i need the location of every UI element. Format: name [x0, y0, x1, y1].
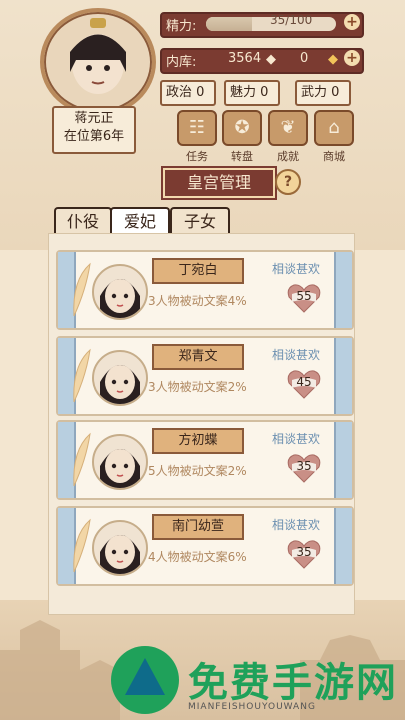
consort-favor: 35	[296, 545, 312, 559]
consort-avatar[interactable]	[92, 264, 148, 320]
consort-relation: 相谈甚欢	[272, 348, 321, 362]
player-name: 蒋元正	[74, 111, 114, 126]
page-title: 皇宫管理	[161, 166, 277, 200]
consort-card[interactable]: 南门幼萱 4人物被动文案6% 相谈甚欢 35	[56, 506, 354, 586]
consort-name: 南门幼萱	[152, 514, 244, 540]
task-button[interactable]: ☷ 任务	[176, 110, 218, 164]
card-right-edge	[334, 422, 352, 498]
wheel-icon: ✪	[222, 110, 262, 146]
treasury-bar: 内库: 3564 ◆ 0 ◆ +	[160, 48, 364, 74]
gold-value: 0	[300, 51, 309, 66]
consort-effect: 3人物被动文案2%	[148, 380, 247, 394]
shop-icon: ⌂	[314, 110, 354, 146]
watermark-subtitle: MIANFEISHOUYOUWANG	[188, 702, 316, 712]
card-right-edge	[334, 338, 352, 414]
achievement-button[interactable]: ❦ 成就	[267, 110, 309, 164]
wheel-button[interactable]: ✪ 转盘	[221, 110, 263, 164]
politics-stat: 政治 0	[160, 80, 216, 106]
shop-label: 商城	[323, 150, 345, 163]
energy-bar: 精力: 35/100 +	[160, 12, 364, 38]
consort-relation: 相谈甚欢	[272, 518, 321, 532]
consort-avatar[interactable]	[92, 520, 148, 576]
player-avatar[interactable]	[40, 8, 156, 116]
watermark-title: 免费手游网	[188, 660, 398, 706]
consort-card[interactable]: 方初蝶 5人物被动文案2% 相谈甚欢 35	[56, 420, 354, 500]
consort-favor: 45	[296, 375, 312, 389]
consort-relation: 相谈甚欢	[272, 262, 321, 276]
consort-avatar[interactable]	[92, 350, 148, 406]
trophy-icon: ❦	[268, 110, 308, 146]
consort-avatar[interactable]	[92, 434, 148, 490]
scroll-icon: ☷	[177, 110, 217, 146]
consort-effect: 4人物被动文案6%	[148, 550, 247, 564]
task-label: 任务	[186, 150, 208, 163]
player-nameplate: 蒋元正 在位第6年	[52, 106, 136, 154]
consort-name: 郑青文	[152, 344, 244, 370]
gold-ingot-icon: ◆	[328, 52, 338, 67]
add-gold-button[interactable]: +	[344, 50, 360, 66]
silver-ingot-icon: ◆	[266, 52, 276, 67]
achievement-label: 成就	[277, 150, 299, 163]
card-right-edge	[334, 508, 352, 584]
energy-value: 35/100	[270, 13, 313, 27]
card-right-edge	[334, 252, 352, 328]
help-button[interactable]: ?	[275, 169, 301, 195]
tab-children[interactable]: 子女	[170, 207, 230, 235]
consort-effect: 5人物被动文案2%	[148, 464, 247, 478]
consort-name: 丁宛白	[152, 258, 244, 284]
consort-favor: 35	[296, 459, 312, 473]
charm-stat: 魅力 0	[224, 80, 280, 106]
treasury-label: 内库:	[166, 55, 197, 70]
wheel-label: 转盘	[231, 150, 253, 163]
consort-card[interactable]: 丁宛白 3人物被动文案4% 相谈甚欢 55	[56, 250, 354, 330]
energy-fill	[206, 17, 252, 31]
energy-label: 精力:	[166, 19, 197, 34]
consort-name: 方初蝶	[152, 428, 244, 454]
consort-favor: 55	[296, 289, 312, 303]
player-reign: 在位第6年	[63, 129, 125, 144]
consort-effect: 3人物被动文案4%	[148, 294, 247, 308]
force-stat: 武力 0	[295, 80, 351, 106]
add-energy-button[interactable]: +	[344, 14, 360, 30]
treasury-value: 3564	[228, 51, 262, 66]
shop-button[interactable]: ⌂ 商城	[313, 110, 355, 164]
tab-consorts[interactable]: 爱妃	[110, 207, 170, 235]
consort-card[interactable]: 郑青文 3人物被动文案2% 相谈甚欢 45	[56, 336, 354, 416]
tab-servants[interactable]: 仆役	[54, 207, 112, 235]
consort-relation: 相谈甚欢	[272, 432, 321, 446]
